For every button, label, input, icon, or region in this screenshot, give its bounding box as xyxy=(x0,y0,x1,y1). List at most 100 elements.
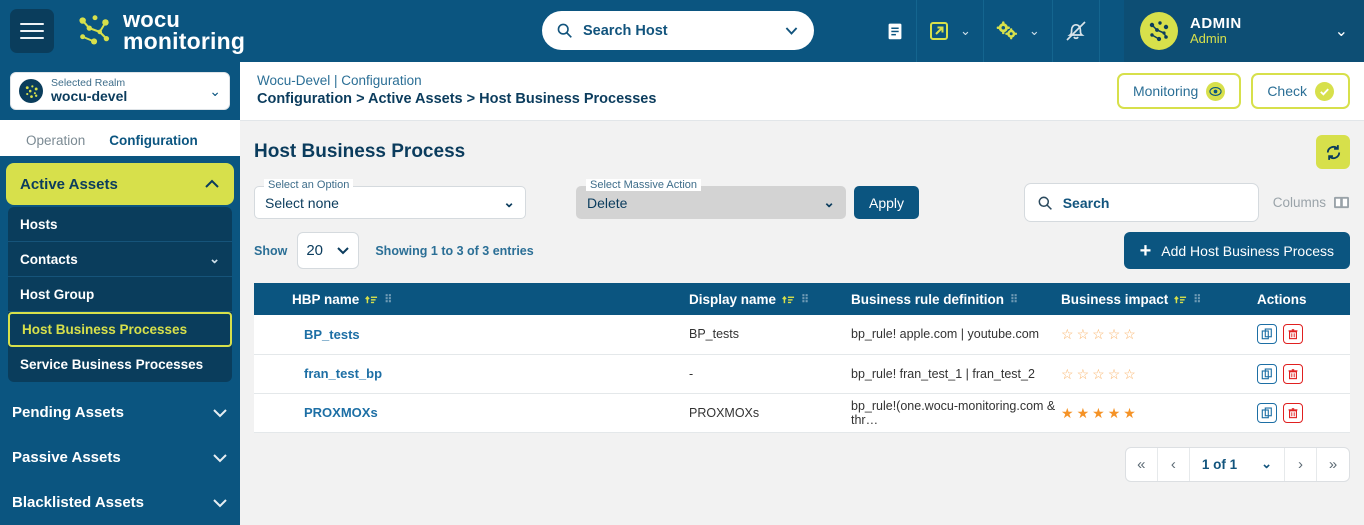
tab-operation[interactable]: Operation xyxy=(14,133,97,156)
realm-text: Selected Realm wocu-devel xyxy=(51,77,127,105)
add-host-business-process-button[interactable]: + Add Host Business Process xyxy=(1123,232,1350,269)
star-icon[interactable]: ★ xyxy=(1061,406,1074,420)
sidebar-item-hosts[interactable]: Hosts xyxy=(8,207,232,242)
page-selector[interactable]: 1 of 1 ⌄ xyxy=(1190,447,1285,481)
sidebar-group-pending-assets[interactable]: Pending Assets xyxy=(0,390,240,435)
sort-asc-icon[interactable] xyxy=(782,293,795,306)
column-grip-handle[interactable]: ⠿ xyxy=(1010,293,1018,306)
table-row[interactable]: PROXMOXs PROXMOXs bp_rule!(one.wocu-moni… xyxy=(254,393,1350,433)
sidebar-group-label: Pending Assets xyxy=(12,404,124,421)
next-page-button[interactable]: › xyxy=(1285,447,1317,481)
star-icon[interactable]: ☆ xyxy=(1123,327,1136,341)
star-icon[interactable]: ★ xyxy=(1108,406,1121,420)
sidebar-submenu: Hosts Contacts ⌄ Host Group Host Busines… xyxy=(8,207,232,382)
external-link-chevron-down-icon[interactable]: ⌄ xyxy=(960,23,971,39)
copy-button[interactable] xyxy=(1257,402,1277,423)
menu-toggle-button[interactable] xyxy=(10,9,54,53)
star-icon[interactable]: ★ xyxy=(1092,406,1105,420)
column-header-hbp-name[interactable]: HBP name ⠿ xyxy=(254,283,689,315)
star-icon[interactable]: ☆ xyxy=(1077,367,1090,381)
table-row[interactable]: fran_test_bp - bp_rule! fran_test_1 | fr… xyxy=(254,354,1350,394)
tab-configuration[interactable]: Configuration xyxy=(97,133,209,156)
sidebar-item-contacts[interactable]: Contacts ⌄ xyxy=(8,242,232,277)
prev-page-button[interactable]: ‹ xyxy=(1158,447,1190,481)
external-link-icon[interactable] xyxy=(923,15,955,47)
sidebar-group-active-assets[interactable]: Active Assets xyxy=(8,165,232,203)
show-entries-row: Show 20 Showing 1 to 3 of 3 entries + Ad… xyxy=(240,222,1364,269)
book-icon[interactable] xyxy=(880,16,910,46)
column-grip-handle[interactable]: ⠿ xyxy=(1193,293,1201,306)
sidebar-group-blacklisted-assets[interactable]: Blacklisted Assets xyxy=(0,480,240,525)
trash-icon xyxy=(1288,407,1298,418)
sidebar-group-passive-assets[interactable]: Passive Assets xyxy=(0,435,240,480)
host-search-input[interactable]: Search Host xyxy=(583,23,783,39)
bell-off-icon[interactable] xyxy=(1059,14,1093,48)
column-grip-handle[interactable]: ⠿ xyxy=(384,293,392,306)
impact-stars[interactable]: ☆ ☆ ☆ ☆ ☆ xyxy=(1061,367,1257,381)
star-icon[interactable]: ☆ xyxy=(1108,367,1121,381)
user-menu[interactable]: ADMIN Admin ⌄ xyxy=(1124,0,1364,62)
user-chevron-down-icon[interactable]: ⌄ xyxy=(1335,21,1348,41)
copy-button[interactable] xyxy=(1257,324,1277,345)
delete-button[interactable] xyxy=(1283,363,1303,384)
star-icon[interactable]: ☆ xyxy=(1061,367,1074,381)
apply-button[interactable]: Apply xyxy=(854,186,920,219)
star-icon[interactable]: ☆ xyxy=(1123,367,1136,381)
hbp-name-link[interactable]: PROXMOXs xyxy=(304,405,378,420)
brand-logo-area[interactable]: wocu monitoring xyxy=(76,8,245,53)
sort-asc-icon[interactable] xyxy=(1174,293,1187,306)
cell-actions xyxy=(1257,393,1350,433)
copy-button[interactable] xyxy=(1257,363,1277,384)
host-business-process-table: HBP name ⠿ Display name ⠿ Business rule … xyxy=(254,283,1350,433)
sidebar-item-service-business-processes[interactable]: Service Business Processes xyxy=(8,347,232,382)
sidebar-group-label: Blacklisted Assets xyxy=(12,494,145,511)
sidebar-item-host-business-processes[interactable]: Host Business Processes xyxy=(8,312,232,347)
first-page-button[interactable]: « xyxy=(1126,447,1158,481)
star-icon[interactable]: ☆ xyxy=(1092,367,1105,381)
column-label: Actions xyxy=(1257,291,1307,307)
check-button[interactable]: Check xyxy=(1251,73,1350,109)
star-icon[interactable]: ★ xyxy=(1077,406,1090,420)
table-search-box[interactable]: Search xyxy=(1023,183,1259,222)
sidebar-item-label: Host Group xyxy=(20,286,95,302)
delete-button[interactable] xyxy=(1283,324,1303,345)
table-search-input[interactable]: Search xyxy=(1063,195,1110,211)
column-grip-handle[interactable]: ⠿ xyxy=(801,293,809,306)
page-size-dropdown[interactable]: 20 xyxy=(297,232,360,269)
main-panel: Wocu-Devel | Configuration Configuration… xyxy=(240,62,1364,525)
impact-stars[interactable]: ☆ ☆ ☆ ☆ ☆ xyxy=(1061,327,1257,341)
host-search-box[interactable]: Search Host xyxy=(542,11,814,50)
star-icon[interactable]: ☆ xyxy=(1077,327,1090,341)
chevron-down-icon[interactable] xyxy=(783,22,800,39)
column-header-display-name[interactable]: Display name ⠿ xyxy=(689,283,851,315)
realm-selector[interactable]: Selected Realm wocu-devel ⌄ xyxy=(10,72,230,110)
select-option-label: Select an Option xyxy=(264,179,354,191)
sidebar-group-label: Passive Assets xyxy=(12,449,121,466)
toolbar: Select an Option Select none ⌄ Select Ma… xyxy=(240,179,1364,222)
hbp-name-link[interactable]: fran_test_bp xyxy=(304,366,382,381)
gears-chevron-down-icon[interactable]: ⌄ xyxy=(1029,23,1040,39)
star-icon[interactable]: ☆ xyxy=(1092,327,1105,341)
column-label: Display name xyxy=(689,291,777,307)
divider xyxy=(1098,0,1100,62)
table-body: BP_tests BP_tests bp_rule! apple.com | y… xyxy=(254,315,1350,433)
gears-icon[interactable] xyxy=(990,15,1024,47)
star-icon[interactable]: ☆ xyxy=(1108,327,1121,341)
sidebar-item-host-group[interactable]: Host Group xyxy=(8,277,232,312)
hbp-name-link[interactable]: BP_tests xyxy=(304,327,360,342)
star-icon[interactable]: ☆ xyxy=(1061,327,1074,341)
star-icon[interactable]: ★ xyxy=(1123,406,1136,420)
columns-button[interactable]: Columns xyxy=(1273,195,1350,210)
last-page-button[interactable]: » xyxy=(1317,448,1349,481)
refresh-button[interactable] xyxy=(1316,135,1350,169)
chevron-down-icon xyxy=(213,453,227,462)
table-row[interactable]: BP_tests BP_tests bp_rule! apple.com | y… xyxy=(254,315,1350,355)
column-header-business-impact[interactable]: Business impact ⠿ xyxy=(1061,283,1257,315)
sort-asc-icon[interactable] xyxy=(365,293,378,306)
add-button-label: Add Host Business Process xyxy=(1161,242,1334,259)
impact-stars[interactable]: ★ ★ ★ ★ ★ xyxy=(1061,406,1257,420)
delete-button[interactable] xyxy=(1283,402,1303,423)
column-header-business-rule-definition[interactable]: Business rule definition ⠿ xyxy=(851,283,1061,315)
realm-chevron-down-icon[interactable]: ⌄ xyxy=(209,83,221,100)
monitoring-button[interactable]: Monitoring xyxy=(1116,73,1242,109)
